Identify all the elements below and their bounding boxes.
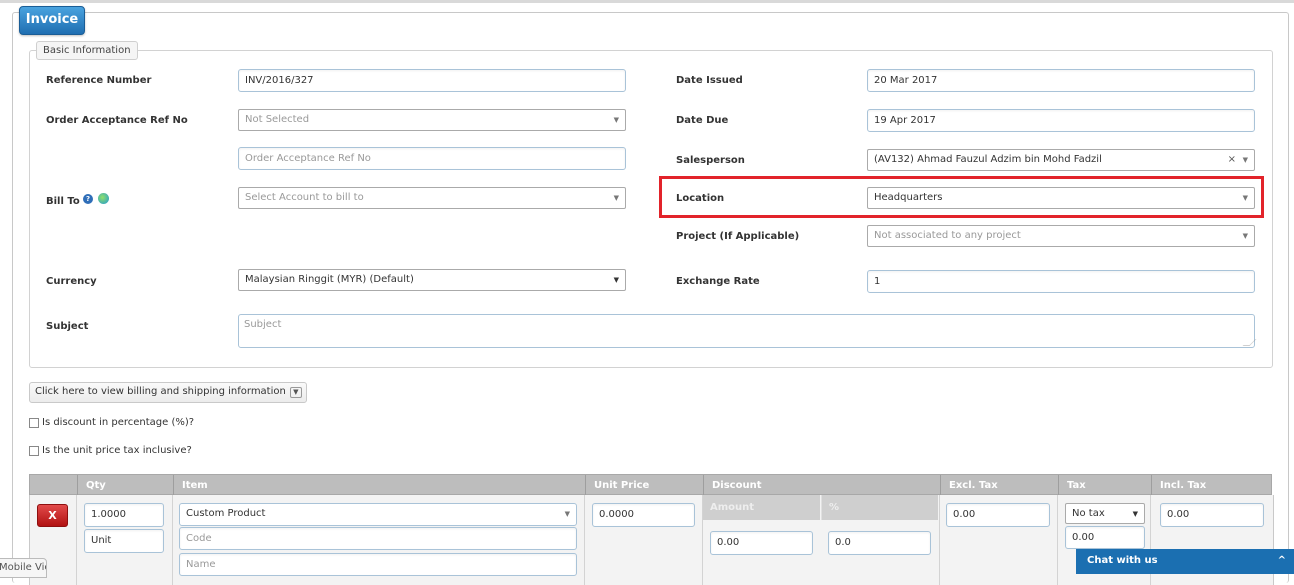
currency-select[interactable]: Malaysian Ringgit (MYR) (Default) ▼: [238, 269, 626, 291]
order-acceptance-ref-input[interactable]: Order Acceptance Ref No: [238, 147, 626, 170]
discount-amount-input[interactable]: 0.00: [710, 531, 813, 555]
date-issued-label: Date Issued: [676, 75, 743, 86]
column-header-item: Item: [173, 475, 585, 495]
date-issued-input[interactable]: 20 Mar 2017: [867, 69, 1255, 92]
bill-to-select[interactable]: Select Account to bill to ▼: [238, 187, 626, 209]
dropdown-arrow-icon: ▼: [564, 510, 570, 518]
date-due-label: Date Due: [676, 115, 729, 126]
mobile-view-tab[interactable]: Mobile View: [0, 558, 47, 578]
dropdown-arrow-icon: ▼: [1242, 156, 1248, 164]
billing-shipping-toggle-button[interactable]: Click here to view billing and shipping …: [29, 382, 307, 403]
dropdown-arrow-icon: ▼: [1132, 510, 1138, 518]
discount-percentage-checkbox[interactable]: [29, 418, 39, 428]
item-code-input[interactable]: Code: [179, 527, 577, 550]
column-header-excl-tax: Excl. Tax: [940, 475, 1058, 495]
exchange-rate-input[interactable]: 1: [867, 270, 1255, 293]
incl-tax-input[interactable]: 0.00: [1160, 503, 1264, 527]
exchange-rate-label: Exchange Rate: [676, 276, 760, 287]
tax-amount-input[interactable]: 0.00: [1065, 526, 1145, 549]
discount-percent-input[interactable]: 0.0: [828, 531, 931, 555]
unit-input[interactable]: Unit: [84, 529, 164, 553]
remove-row-button[interactable]: X: [37, 504, 68, 527]
excl-tax-input[interactable]: 0.00: [946, 503, 1050, 527]
column-header-tax: Tax: [1058, 475, 1151, 495]
invoice-tab[interactable]: Invoice: [19, 6, 85, 35]
help-icon[interactable]: ?: [83, 194, 93, 204]
column-divider: [939, 495, 940, 585]
discount-percentage-label: Is discount in percentage (%)?: [42, 417, 195, 428]
chevron-down-icon: ▼: [289, 387, 302, 398]
discount-percent-subheader: %: [821, 495, 938, 520]
location-highlight-box: [659, 176, 1264, 218]
date-due-input[interactable]: 19 Apr 2017: [867, 109, 1255, 132]
resize-handle-icon[interactable]: [1242, 339, 1257, 346]
tax-inclusive-checkbox[interactable]: [29, 446, 39, 456]
chevron-up-icon[interactable]: ^: [1278, 549, 1286, 573]
reference-number-input[interactable]: INV/2016/327: [238, 69, 626, 92]
column-header-discount: Discount: [703, 475, 940, 495]
dropdown-arrow-icon: ▼: [1242, 232, 1248, 240]
column-header-qty: Qty: [77, 475, 173, 495]
project-select[interactable]: Not associated to any project ▼: [867, 225, 1255, 247]
tax-inclusive-label: Is the unit price tax inclusive?: [42, 445, 192, 456]
subject-placeholder: Subject: [244, 319, 282, 330]
chat-label: Chat with us: [1087, 555, 1158, 566]
subject-textarea[interactable]: Subject: [238, 314, 1257, 348]
qty-input[interactable]: 1.0000: [84, 503, 164, 527]
column-divider: [172, 495, 173, 585]
dropdown-arrow-icon: ▼: [613, 116, 619, 124]
tax-select-value: No tax: [1072, 508, 1105, 519]
salesperson-label: Salesperson: [676, 155, 745, 166]
item-select[interactable]: Custom Product ▼: [179, 503, 577, 526]
column-header-incl-tax: Incl. Tax: [1151, 475, 1271, 495]
reference-number-label: Reference Number: [46, 75, 152, 86]
discount-amount-subheader: Amount: [703, 495, 820, 520]
basic-information-legend: Basic Information: [36, 41, 138, 60]
item-select-value: Custom Product: [186, 508, 266, 519]
unit-price-input[interactable]: 0.0000: [592, 503, 695, 527]
line-items-header: Qty Item Unit Price Discount Excl. Tax T…: [29, 474, 1272, 495]
column-divider: [1057, 495, 1058, 585]
item-name-input[interactable]: Name: [179, 553, 577, 576]
currency-select-value: Malaysian Ringgit (MYR) (Default): [245, 274, 414, 285]
column-divider: [76, 495, 77, 585]
chat-widget-bar[interactable]: Chat with us ^: [1076, 549, 1294, 574]
billing-shipping-toggle-label: Click here to view billing and shipping …: [35, 386, 286, 397]
bill-to-select-value: Select Account to bill to: [245, 192, 364, 203]
clear-icon[interactable]: ×: [1228, 150, 1236, 170]
column-header-unit-price: Unit Price: [585, 475, 703, 495]
tax-select[interactable]: No tax ▼: [1065, 503, 1145, 524]
dropdown-arrow-icon: ▼: [613, 276, 619, 284]
order-acceptance-select-value: Not Selected: [245, 114, 310, 125]
salesperson-select[interactable]: (AV132) Ahmad Fauzul Adzim bin Mohd Fadz…: [867, 149, 1255, 171]
column-divider: [584, 495, 585, 585]
order-acceptance-label: Order Acceptance Ref No: [46, 115, 188, 126]
project-label: Project (If Applicable): [676, 231, 800, 242]
globe-icon[interactable]: [98, 193, 109, 204]
top-border: [0, 0, 1294, 3]
project-select-value: Not associated to any project: [874, 230, 1021, 241]
subject-label: Subject: [46, 321, 89, 332]
dropdown-arrow-icon: ▼: [613, 194, 619, 202]
order-acceptance-select[interactable]: Not Selected ▼: [238, 109, 626, 131]
salesperson-select-value: (AV132) Ahmad Fauzul Adzim bin Mohd Fadz…: [874, 154, 1102, 165]
bill-to-label: Bill To: [46, 196, 80, 207]
currency-label: Currency: [46, 276, 97, 287]
